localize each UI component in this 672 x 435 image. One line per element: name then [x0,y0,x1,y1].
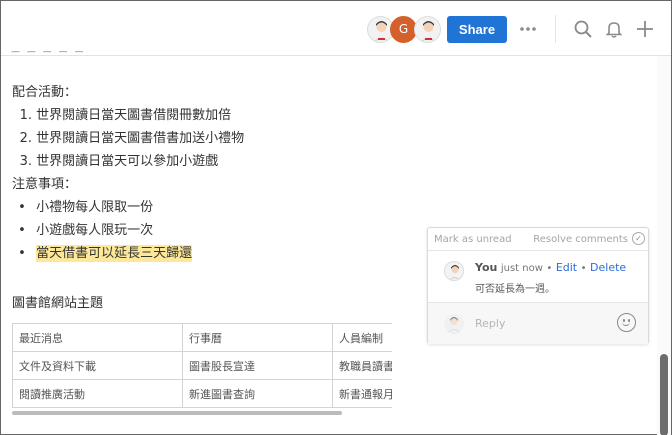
page-vertical-scrollbar[interactable] [657,56,671,435]
list-item: • 當天借書可以延長三天歸還 [12,242,244,265]
search-icon[interactable] [572,18,594,40]
table-row: 最近消息 行事曆 人員編制 [12,323,392,352]
comment-author: You [475,261,498,274]
reply-input[interactable]: Reply [475,317,505,330]
comment-time: just now [500,263,543,274]
list-text: 小禮物每人限取一份 [36,200,154,215]
site-topics-table: 最近消息 行事曆 人員編制 文件及資料下載 圖書股長宣達 教職員讀書 閱讀推廣活… [12,323,392,408]
list-number: 1. [19,108,32,123]
commented-highlighted-text[interactable]: 當天借書可以延長三天歸還 [36,245,193,262]
list-item: 2. 世界閱讀日當天圖書借書加送小禮物 [12,127,245,150]
bullet: • [18,223,26,238]
list-text: 小遊戲每人限玩一次 [36,223,154,238]
bullet: • [18,246,26,261]
scrollbar-thumb[interactable] [660,354,668,435]
site-heading: 圖書館網站主題 [12,296,104,311]
top-toolbar: — — — — — G Share [1,1,671,57]
resolve-comments-button[interactable]: Resolve comments [533,234,628,245]
table-cell[interactable]: 文件及資料下載 [12,351,183,380]
document-body[interactable]: 配合活動： 1. 世界閱讀日當天圖書借閱冊數加倍 2. 世界閱讀日當天圖書借書加… [12,81,244,315]
table-cell[interactable]: 教職員讀書 [332,351,392,380]
delete-link[interactable]: Delete [590,261,626,274]
person-icon [420,21,437,42]
list-item: • 小禮物每人限取一份 [12,196,244,219]
toolbar-divider [555,15,556,43]
list-text: 世界閱讀日當天圖書借書加送小禮物 [36,131,245,146]
list-number: 2. [19,131,32,146]
table-row: 閱讀推廣活動 新進圖書查詢 新書通報月 [12,379,392,408]
edit-link[interactable]: Edit [556,261,577,274]
list-item: 3. 世界閱讀日當天可以參加小遊戲 [12,150,244,173]
list-item: • 小遊戲每人限玩一次 [12,219,244,242]
table-row: 文件及資料下載 圖書股長宣達 教職員讀書 [12,351,392,380]
checkmark-icon[interactable]: ✓ [632,232,645,245]
comment-meta: You just now • Edit • Delete [475,261,626,274]
bullet: • [18,200,26,215]
separator: • [546,263,553,274]
table-cell[interactable]: 閱讀推廣活動 [12,379,183,408]
partial-link-text[interactable]: — — — — — [11,47,85,57]
table-cell[interactable]: 圖書股長宣達 [182,351,333,380]
share-button[interactable]: Share [447,16,507,43]
reply-box[interactable]: Reply [428,303,648,344]
list-text: 世界閱讀日當天圖書借閱冊數加倍 [36,108,232,123]
avatar [444,314,464,334]
table-cell[interactable]: 新書通報月 [332,379,392,408]
avatar [444,261,464,281]
comment-entry: You just now • Edit • Delete 可否延長為一週。 [428,251,648,303]
person-icon [446,317,462,334]
collaborator-avatar-g[interactable]: G [390,16,417,43]
table-horizontal-scrollbar[interactable] [12,411,342,415]
table-cell[interactable]: 新進圖書查詢 [182,379,333,408]
comment-text: 可否延長為一週。 [475,284,555,295]
list-text: 世界閱讀日當天可以參加小遊戲 [36,154,219,169]
emoji-icon[interactable] [617,313,636,332]
bell-icon[interactable] [603,18,625,40]
collaborator-avatar[interactable] [414,16,441,43]
person-icon [449,265,461,280]
separator: • [580,263,587,274]
plus-icon[interactable] [634,18,656,40]
comment-header: Mark as unread Resolve comments ✓ [428,228,648,251]
comment-thread: Mark as unread Resolve comments ✓ You ju… [427,227,649,344]
list-item: 1. 世界閱讀日當天圖書借閱冊數加倍 [12,104,244,127]
table-cell[interactable]: 人員編制 [332,323,392,352]
list-number: 3. [19,154,32,169]
more-icon[interactable] [517,18,539,40]
mark-as-unread-button[interactable]: Mark as unread [434,234,512,245]
table-cell[interactable]: 行事曆 [182,323,333,352]
table-cell[interactable]: 最近消息 [12,323,183,352]
notes-heading: 注意事項： [12,177,78,192]
activities-heading: 配合活動： [12,85,78,100]
